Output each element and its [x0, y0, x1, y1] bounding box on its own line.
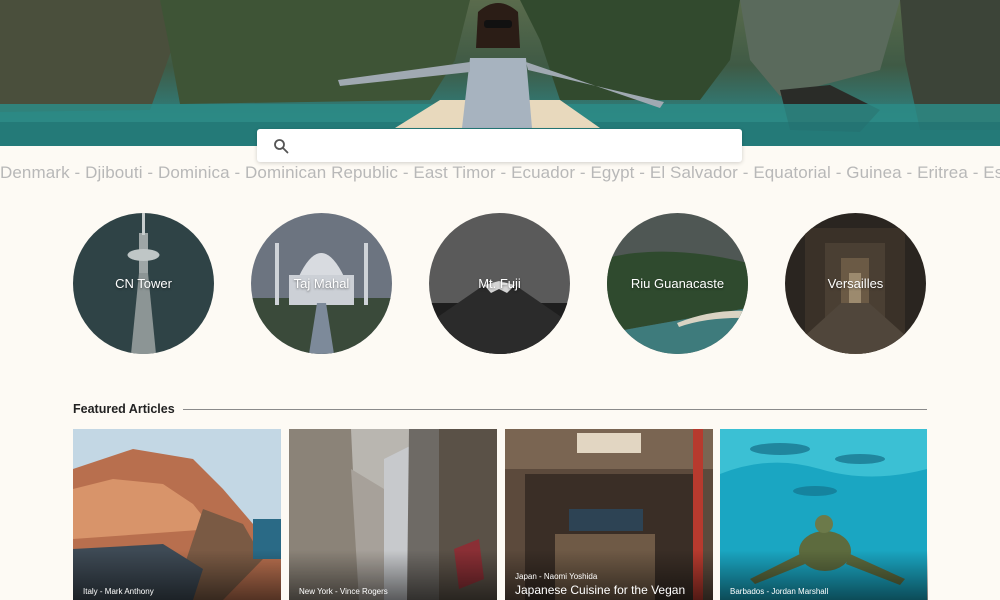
- destination-label: Versailles: [827, 276, 884, 291]
- destination-taj-mahal[interactable]: Taj Mahal: [251, 213, 392, 354]
- destination-cn-tower[interactable]: CN Tower: [73, 213, 214, 354]
- destination-label: Taj Mahal: [293, 276, 350, 291]
- article-card-new-york[interactable]: New York - Vince Rogers: [289, 429, 497, 600]
- destination-riu-guanacaste[interactable]: Riu Guanacaste: [607, 213, 748, 354]
- article-card-barbados[interactable]: Barbados - Jordan Marshall: [720, 429, 928, 600]
- destination-label: Mt. Fuji: [478, 276, 521, 291]
- destination-versailles[interactable]: Versailles: [785, 213, 926, 354]
- search-icon: [274, 138, 289, 153]
- featured-divider: [183, 409, 927, 410]
- countries-ticker: Denmark - Djibouti - Dominica - Dominica…: [0, 163, 1000, 182]
- article-meta: New York - Vince Rogers: [299, 587, 388, 596]
- article-meta: Japan - Naomi Yoshida: [515, 572, 598, 581]
- destination-label: Riu Guanacaste: [630, 276, 725, 291]
- search-bar[interactable]: [257, 129, 742, 162]
- article-meta: Barbados - Jordan Marshall: [730, 587, 829, 596]
- article-card-japan[interactable]: Japan - Naomi Yoshida Japanese Cuisine f…: [505, 429, 713, 600]
- destination-label: CN Tower: [115, 276, 172, 291]
- featured-articles-heading: Featured Articles: [73, 402, 175, 416]
- hero-image: [0, 0, 1000, 146]
- search-input[interactable]: [299, 129, 742, 162]
- destination-mt-fuji[interactable]: Mt. Fuji: [429, 213, 570, 354]
- article-title: Japanese Cuisine for the Vegan: [515, 583, 686, 597]
- article-card-italy[interactable]: Italy - Mark Anthony: [73, 429, 281, 600]
- article-meta: Italy - Mark Anthony: [83, 587, 154, 596]
